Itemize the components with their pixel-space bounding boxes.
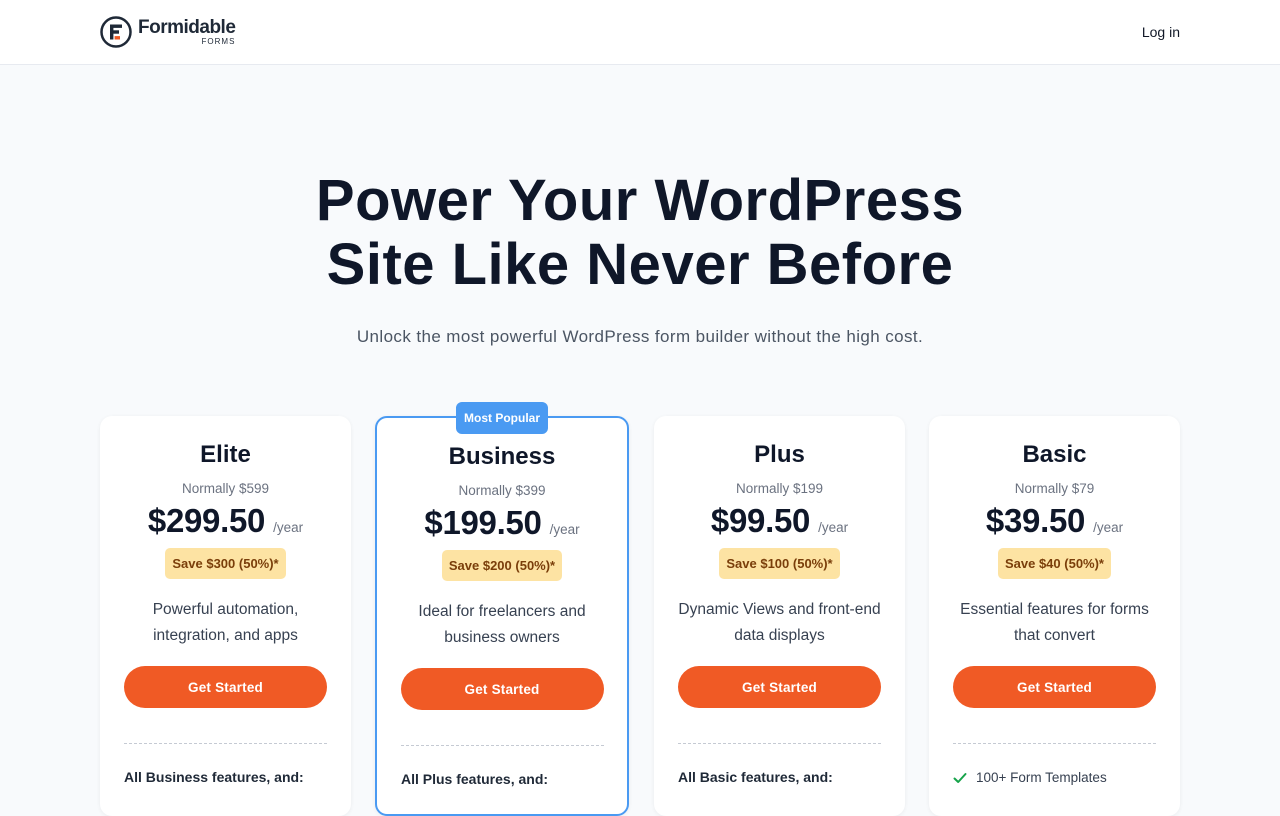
hero-subtitle: Unlock the most powerful WordPress form …: [356, 327, 924, 346]
normal-price: Normally $79: [1014, 481, 1095, 496]
price-period: /year: [1093, 520, 1124, 535]
price-period: /year: [273, 520, 304, 535]
divider: [953, 743, 1156, 744]
feature-label: 100+ Form Templates: [976, 770, 1107, 785]
normal-price: Normally $599: [181, 481, 270, 496]
plan-card-business: Most Popular Business Normally $399 $199…: [375, 402, 629, 816]
normal-price: Normally $399: [458, 483, 546, 498]
divider: [400, 745, 604, 746]
hero-section: Power Your WordPress Site Like Never Bef…: [0, 65, 1280, 347]
features-heading: All Basic features, and:: [678, 769, 833, 785]
plan-card-plus: Plus Normally $199 $99.50 /year Save $10…: [654, 416, 905, 816]
plan-description: Essential features for forms that conver…: [960, 601, 1149, 644]
formidable-logo[interactable]: Formidable FORMS: [100, 16, 236, 48]
divider: [678, 743, 881, 744]
savings-badge: Save $300 (50%)*: [165, 548, 286, 579]
price-period: /year: [549, 522, 580, 537]
hero-title-line-2: Site Like Never Before: [326, 232, 954, 297]
plan-card-elite: Elite Normally $599 $299.50 /year Save $…: [100, 416, 351, 816]
plan-price: $39.50: [985, 502, 1086, 539]
logo-subtitle: FORMS: [201, 37, 236, 46]
plan-name: Basic: [1022, 441, 1087, 468]
site-header: Formidable FORMS Log in: [0, 0, 1280, 65]
hero-title-line-1: Power Your WordPress: [315, 168, 965, 233]
get-started-button-basic[interactable]: Get Started: [953, 666, 1156, 708]
plan-card-basic: Basic Normally $79 $39.50 /year Save $40…: [929, 416, 1180, 816]
price-row: $39.50 /year: [929, 502, 1180, 540]
plan-name: Elite: [200, 441, 251, 468]
plan-description: Dynamic Views and front-end data display…: [678, 601, 881, 644]
formidable-logo-icon: [100, 16, 132, 48]
hero-title: Power Your WordPress Site Like Never Bef…: [290, 169, 990, 297]
plan-price: $99.50: [710, 502, 811, 539]
price-row: $199.50 /year: [377, 504, 627, 542]
get-started-button-business[interactable]: Get Started: [400, 668, 604, 710]
get-started-button-elite[interactable]: Get Started: [124, 666, 327, 708]
most-popular-badge: Most Popular: [455, 402, 549, 434]
savings-badge: Save $100 (50%)*: [719, 548, 840, 579]
features-heading: All Business features, and:: [124, 769, 304, 785]
pricing-plans: Elite Normally $599 $299.50 /year Save $…: [100, 402, 1180, 816]
features-heading: All Plus features, and:: [401, 771, 549, 787]
price-row: $299.50 /year: [100, 502, 351, 540]
plan-name: Plus: [754, 441, 805, 468]
divider: [124, 743, 327, 744]
feature-item: 100+ Form Templates: [953, 770, 1156, 785]
plan-price: $199.50: [424, 504, 542, 541]
plan-name: Business: [448, 443, 556, 470]
plan-description: Ideal for freelancers and business owner…: [418, 603, 586, 646]
savings-badge: Save $40 (50%)*: [997, 548, 1111, 579]
logo-name: Formidable: [138, 17, 236, 38]
normal-price: Normally $199: [735, 481, 824, 496]
savings-badge: Save $200 (50%)*: [441, 550, 563, 581]
check-icon: [953, 772, 967, 783]
get-started-button-plus[interactable]: Get Started: [678, 666, 881, 708]
plan-price: $299.50: [147, 502, 266, 539]
login-link[interactable]: Log in: [1142, 24, 1180, 40]
price-period: /year: [818, 520, 849, 535]
price-row: $99.50 /year: [654, 502, 905, 540]
plan-description: Powerful automation, integration, and ap…: [152, 601, 299, 644]
